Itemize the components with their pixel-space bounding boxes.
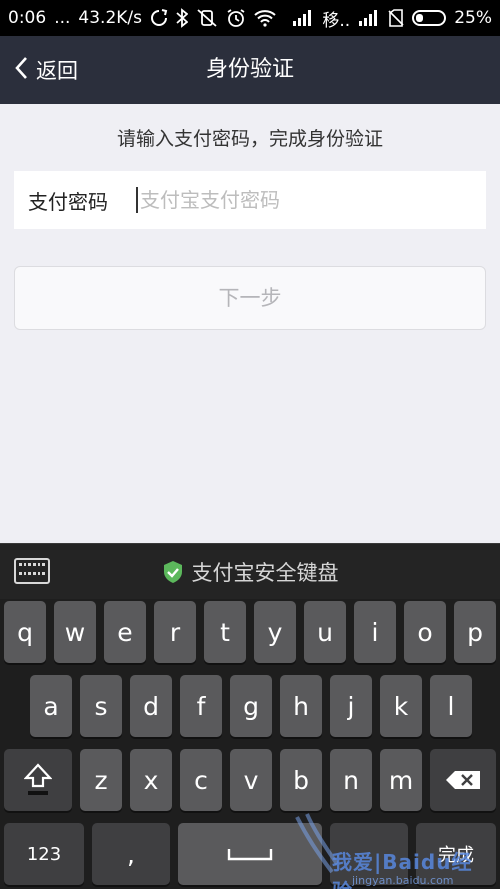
- bluetooth-icon: [176, 8, 188, 28]
- instruction-text: 请输入支付密码，完成身份验证: [116, 128, 383, 150]
- chevron-left-icon: [14, 56, 28, 85]
- no-sim-icon: [388, 9, 404, 27]
- key-a[interactable]: a: [30, 675, 72, 737]
- shift-key[interactable]: [4, 749, 72, 811]
- key-f[interactable]: f: [180, 675, 222, 737]
- key-i[interactable]: i: [354, 601, 396, 663]
- signal-icon: [292, 9, 314, 27]
- key-p[interactable]: p: [454, 601, 496, 663]
- key-h[interactable]: h: [280, 675, 322, 737]
- vibrate-off-icon: [196, 8, 218, 28]
- status-speed: 43.2K/s: [78, 8, 142, 28]
- keyboard-header: 支付宝安全键盘: [0, 543, 500, 599]
- key-l[interactable]: l: [430, 675, 472, 737]
- status-carrier: 移..: [322, 10, 351, 31]
- key-n[interactable]: n: [330, 749, 372, 811]
- key-w[interactable]: w: [54, 601, 96, 663]
- key-b[interactable]: b: [280, 749, 322, 811]
- keyboard-title: 支付宝安全键盘: [191, 561, 339, 585]
- key-j[interactable]: j: [330, 675, 372, 737]
- text-cursor: [136, 187, 138, 213]
- status-time: 0:06: [8, 8, 47, 28]
- numbers-key[interactable]: 123: [4, 823, 84, 885]
- key-t[interactable]: t: [204, 601, 246, 663]
- shift-icon: [24, 763, 52, 795]
- done-key[interactable]: 完成: [416, 823, 496, 885]
- backspace-key[interactable]: [430, 749, 496, 811]
- password-label: 支付密码: [28, 189, 108, 214]
- alarm-icon: [226, 8, 246, 28]
- key-u[interactable]: u: [304, 601, 346, 663]
- key-z[interactable]: z: [80, 749, 122, 811]
- key-x[interactable]: x: [130, 749, 172, 811]
- key-g[interactable]: g: [230, 675, 272, 737]
- period-key[interactable]: [330, 823, 408, 885]
- space-bar-icon: [227, 849, 273, 861]
- keyboard-title-group: 支付宝安全键盘: [0, 544, 500, 600]
- key-s[interactable]: s: [80, 675, 122, 737]
- security-shield-icon: [163, 561, 182, 583]
- status-battery: 25%: [454, 8, 492, 28]
- key-o[interactable]: o: [404, 601, 446, 663]
- key-m[interactable]: m: [380, 749, 422, 811]
- next-step-button[interactable]: 下一步: [14, 266, 486, 330]
- key-k[interactable]: k: [380, 675, 422, 737]
- backspace-icon: [446, 771, 480, 789]
- key-d[interactable]: d: [130, 675, 172, 737]
- key-c[interactable]: c: [180, 749, 222, 811]
- battery-icon: [412, 10, 447, 26]
- status-bar: 0:06 ... 43.2K/s 移.. 25%: [0, 0, 500, 36]
- sync-icon: [150, 9, 168, 27]
- signal-icon-secondary: [358, 9, 380, 27]
- space-key[interactable]: [178, 823, 322, 885]
- back-button[interactable]: 返回: [14, 36, 78, 104]
- key-e[interactable]: e: [104, 601, 146, 663]
- wifi-icon: [254, 9, 276, 27]
- password-field-row[interactable]: 支付密码: [14, 171, 486, 229]
- key-r[interactable]: r: [154, 601, 196, 663]
- key-y[interactable]: y: [254, 601, 296, 663]
- secure-keyboard: q w e r t y u i o p a s d f g h j k l z …: [0, 599, 500, 889]
- comma-key[interactable]: ,: [92, 823, 170, 885]
- key-q[interactable]: q: [4, 601, 46, 663]
- status-dots: ...: [54, 8, 71, 28]
- password-input[interactable]: [140, 188, 460, 212]
- key-v[interactable]: v: [230, 749, 272, 811]
- back-label: 返回: [36, 59, 78, 83]
- nav-bar: 返回 身份验证: [0, 36, 500, 104]
